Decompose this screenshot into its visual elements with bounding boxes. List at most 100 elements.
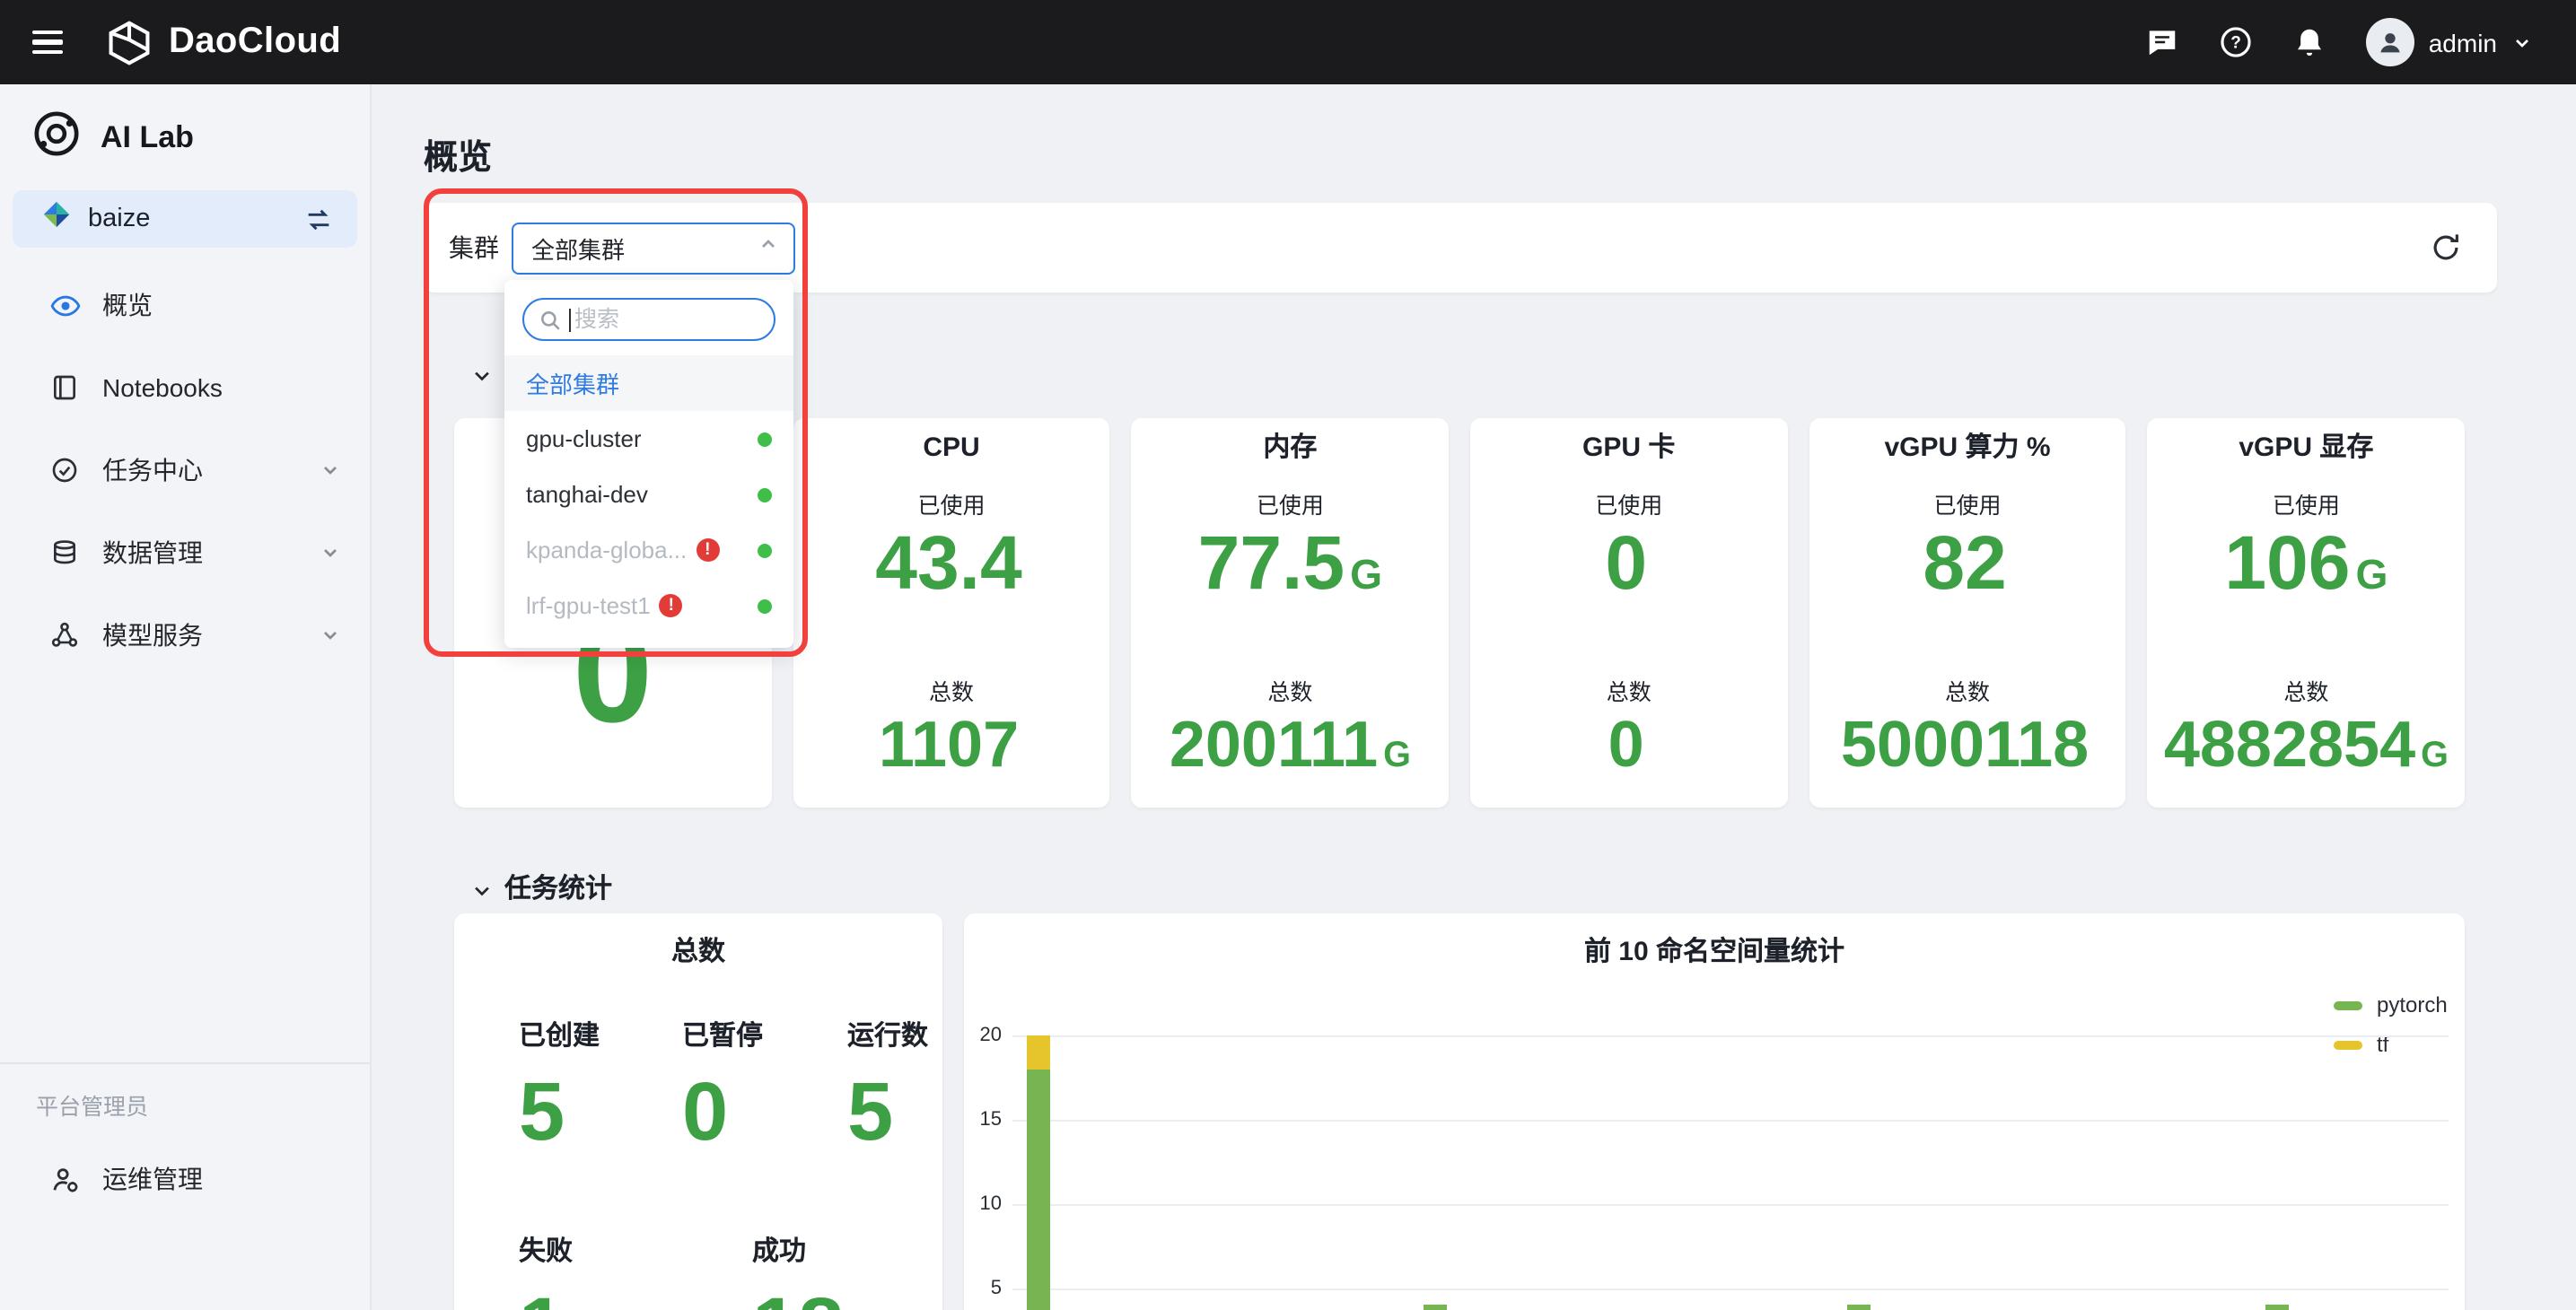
daocloud-logo-icon — [106, 19, 153, 66]
used-label: 已使用 — [1257, 493, 1324, 519]
task-stat-label: 运行数 — [847, 1021, 928, 1053]
task-center-icon — [48, 456, 81, 485]
chevron-down-icon — [320, 542, 341, 563]
total-label: 总数 — [2283, 680, 2328, 705]
menu-toggle-icon[interactable] — [32, 30, 63, 54]
sidebar-item[interactable]: 概览 — [0, 264, 370, 346]
task-stat: 失败1 — [519, 1236, 573, 1310]
sidebar-item[interactable]: 模型服务 — [0, 594, 370, 677]
chevron-down-icon — [320, 624, 341, 646]
used-value: 82 — [1923, 522, 2011, 616]
user-name: admin — [2429, 28, 2497, 57]
chart-gridline — [1012, 1119, 2449, 1121]
chart-ytick-label: 20 — [962, 1025, 1002, 1046]
task-summary-card: 总数 已创建5已暂停0运行数5失败1成功18 — [454, 913, 942, 1310]
dropdown-search-box — [522, 298, 775, 341]
warning-icon: ! — [696, 538, 719, 562]
section-title: 任务统计 — [504, 874, 612, 906]
sidebar-item[interactable]: 任务中心 — [0, 429, 370, 511]
chart-ytick-label: 15 — [962, 1109, 1002, 1131]
product-name: AI Lab — [101, 120, 194, 156]
chevron-down-icon — [2511, 31, 2533, 53]
refresh-icon[interactable] — [2429, 231, 2463, 265]
chart-title: 前 10 命名空间量统计 — [964, 931, 2465, 969]
sidebar-item[interactable]: Notebooks — [0, 346, 370, 429]
total-label: 总数 — [929, 680, 974, 705]
warning-icon: ! — [660, 594, 683, 617]
sidebar-footer: 平台管理员 运维管理 — [0, 1062, 370, 1197]
task-stat-value: 5 — [847, 1064, 928, 1157]
sidebar-item-ops[interactable]: 运维管理 — [0, 1161, 370, 1197]
dropdown-option-label: gpu-cluster — [526, 425, 642, 452]
dropdown-option-label: lrf-gpu-test1 — [526, 592, 651, 619]
help-icon[interactable]: ? — [2219, 25, 2253, 59]
total-label: 总数 — [1607, 680, 1652, 705]
task-stat: 已暂停 0 — [682, 1021, 763, 1157]
collapse-chevron-icon — [472, 880, 492, 900]
data-management-icon — [48, 538, 81, 567]
sidebar-item[interactable]: 数据管理 — [0, 511, 370, 594]
cluster-filter-bar: 集群 全部集群 — [424, 203, 2497, 293]
workspace-selector[interactable]: baize — [13, 190, 357, 248]
dropdown-option-label: 全部集群 — [526, 366, 619, 400]
dropdown-option[interactable]: gpu-cluster — [504, 411, 793, 467]
sidebar-item-label: Notebooks — [102, 373, 223, 402]
cluster-status-dot — [758, 487, 772, 502]
used-value: 106G — [2224, 522, 2388, 616]
brand-name: DaoCloud — [169, 22, 341, 63]
unit-label: G — [2421, 736, 2449, 775]
legend-label: pytorch — [2377, 992, 2448, 1017]
namespace-chart-card: 前 10 命名空间量统计 pytorchtf 5101520 — [964, 913, 2465, 1310]
baize-logo-icon — [41, 199, 72, 239]
switch-workspace-icon[interactable] — [303, 204, 334, 234]
dropdown-option-label: kpanda-globa... — [526, 537, 687, 563]
legend-swatch — [2334, 1000, 2362, 1009]
chart-ytick-label: 5 — [962, 1278, 1002, 1299]
resource-card-title: vGPU 算力 % — [1885, 432, 2051, 465]
cluster-select-value: 全部集群 — [531, 231, 758, 265]
dropdown-option[interactable]: tanghai-dev — [504, 467, 793, 522]
used-label: 已使用 — [2273, 493, 2340, 519]
cluster-status-dot — [758, 598, 772, 613]
dropdown-option[interactable]: 全部集群 — [504, 355, 793, 411]
bar-segment-pytorch — [2265, 1306, 2288, 1310]
cluster-search-input[interactable] — [524, 300, 774, 339]
used-value: 77.5G — [1198, 522, 1382, 616]
sidebar-item-label: 模型服务 — [102, 617, 203, 653]
role-label: 平台管理员 — [0, 1064, 370, 1122]
task-stat: 运行数 5 — [847, 1021, 928, 1157]
task-stat-label: 已暂停 — [682, 1021, 763, 1053]
used-label: 已使用 — [918, 493, 986, 519]
bar-segment-pytorch — [1848, 1306, 1871, 1310]
ai-lab-logo-icon — [32, 109, 81, 167]
resource-card: vGPU 算力 %已使用82总数5000118 — [1809, 418, 2125, 808]
used-label: 已使用 — [1595, 493, 1662, 519]
sidebar-item-label: 概览 — [102, 287, 153, 323]
chart-gridline — [1012, 1288, 2449, 1289]
legend-item[interactable]: pytorch — [2334, 985, 2448, 1025]
bell-icon[interactable] — [2292, 25, 2326, 59]
dropdown-option[interactable]: kpanda-globa...! — [504, 522, 793, 578]
ops-management-icon — [48, 1164, 81, 1194]
chat-icon[interactable] — [2145, 25, 2179, 59]
main-content: 概览 集群 全部集群 资源统计 0 CPU已使用43.4总数1107内存已使用7… — [372, 84, 2576, 1310]
resource-card-title: 内存 — [1263, 432, 1317, 465]
notebook-icon — [48, 373, 81, 402]
cluster-filter-label: 集群 — [449, 230, 499, 266]
cluster-select[interactable]: 全部集群 — [512, 222, 795, 274]
dropdown-option[interactable]: lrf-gpu-test1! — [504, 578, 793, 633]
task-section-toggle[interactable]: 任务统计 — [472, 874, 2497, 906]
resource-card-title: CPU — [923, 432, 979, 465]
brand[interactable]: DaoCloud — [106, 19, 341, 66]
task-stat-value: 0 — [682, 1064, 763, 1157]
unit-label: G — [2356, 551, 2388, 598]
chart-plot: 5101520 — [1012, 1035, 2449, 1310]
user-menu[interactable]: admin — [2366, 18, 2533, 66]
eye-icon — [48, 290, 81, 320]
total-value: 5000118 — [1841, 709, 2094, 791]
sidebar-item-label: 任务中心 — [102, 452, 203, 488]
workspace-name: baize — [88, 205, 150, 233]
task-stat-value: 18 — [752, 1279, 844, 1310]
topbar: DaoCloud ? admin — [0, 0, 2576, 84]
chart-ytick-label: 10 — [962, 1193, 1002, 1215]
